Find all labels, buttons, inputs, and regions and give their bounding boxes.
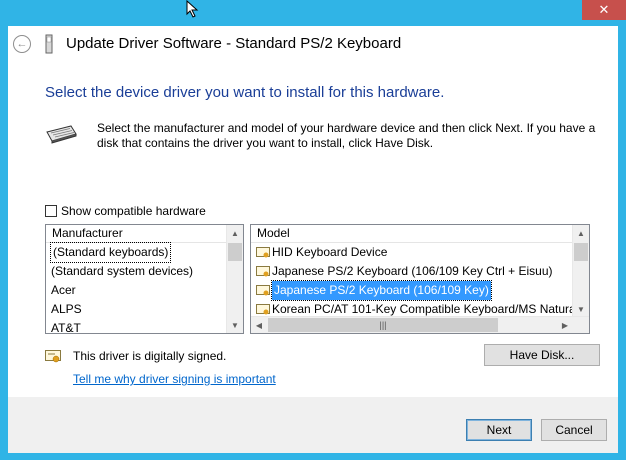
model-vscrollbar[interactable]: ▲ ▼ [572,225,589,317]
model-hscrollbar[interactable]: ◀ ||| ▶ [251,316,589,333]
back-arrow-icon: ← [16,38,28,50]
device-icon [45,34,53,54]
list-item[interactable]: Acer [46,281,243,300]
scroll-up-icon[interactable]: ▲ [573,225,589,241]
manufacturer-header: Manufacturer [46,225,227,243]
list-item[interactable]: HID Keyboard Device [251,243,589,262]
model-header: Model [251,225,573,243]
certificate-icon [256,284,270,295]
scroll-right-icon[interactable]: ▶ [557,317,573,333]
certificate-icon [256,265,270,276]
scroll-up-icon[interactable]: ▲ [227,225,243,241]
wizard-footer: Next Cancel [8,397,618,453]
scroll-left-icon[interactable]: ◀ [251,317,267,333]
signed-certificate-icon [45,350,61,363]
wizard-content: Select the device driver you want to ins… [8,64,618,397]
cancel-button[interactable]: Cancel [541,419,607,441]
wizard-header: ← Update Driver Software - Standard PS/2… [8,26,618,64]
next-button[interactable]: Next [466,419,532,441]
scroll-thumb[interactable] [228,243,242,261]
scroll-down-icon[interactable]: ▼ [227,317,243,333]
checkbox-box[interactable] [45,205,57,217]
signature-status: This driver is digitally signed. [73,349,227,363]
manufacturer-scrollbar[interactable]: ▲ ▼ [226,225,243,333]
back-button[interactable]: ← [13,35,31,53]
hscroll-thumb[interactable]: ||| [268,318,498,332]
mouse-cursor-icon [186,0,199,18]
manufacturer-list[interactable]: Manufacturer (Standard keyboards) (Stand… [45,224,244,334]
model-list[interactable]: Model HID Keyboard Device Japanese PS/2 … [250,224,590,334]
page-heading: Select the device driver you want to ins… [45,84,445,101]
list-item-selected[interactable]: Japanese PS/2 Keyboard (106/109 Key) [251,280,589,301]
close-button[interactable]: ✕ [582,0,626,20]
driver-signing-link[interactable]: Tell me why driver signing is important [73,372,276,386]
scroll-down-icon[interactable]: ▼ [573,301,589,317]
list-item[interactable]: Japanese PS/2 Keyboard (106/109 Key Ctrl… [251,262,589,281]
window-title: Update Driver Software - Standard PS/2 K… [66,35,402,52]
list-item[interactable]: (Standard system devices) [46,262,243,281]
scroll-thumb[interactable] [574,243,588,261]
keyboard-icon [46,125,77,144]
certificate-icon [256,246,270,257]
show-compatible-hardware-checkbox[interactable]: Show compatible hardware [45,204,206,218]
certificate-icon [256,303,270,314]
list-item[interactable]: ALPS [46,300,243,319]
list-item[interactable]: (Standard keyboards) [46,242,243,263]
checkbox-label: Show compatible hardware [61,204,206,218]
list-item[interactable]: AT&T [46,319,243,333]
have-disk-button[interactable]: Have Disk... [484,344,600,366]
instructions-text: Select the manufacturer and model of you… [97,121,596,150]
